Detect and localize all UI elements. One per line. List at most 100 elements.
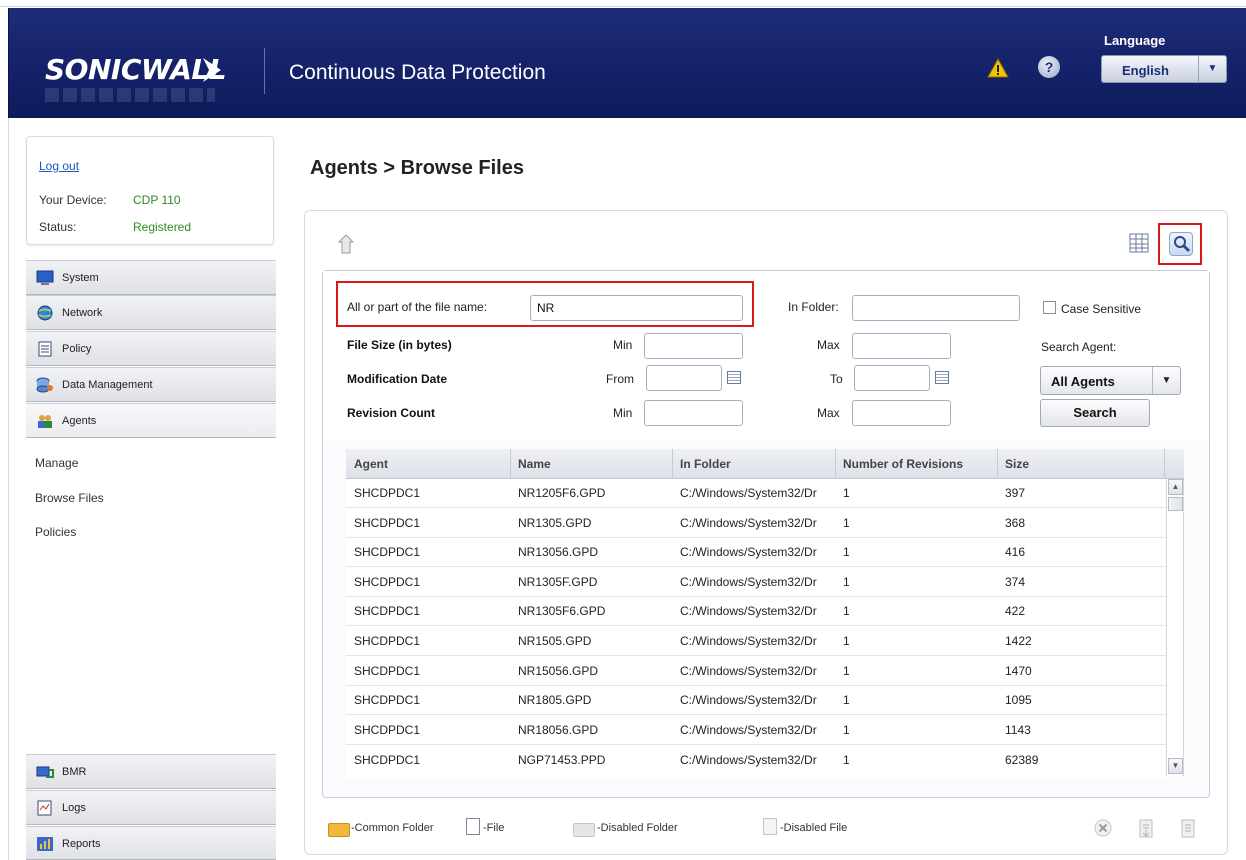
cell-revisions: 1 <box>843 753 850 767</box>
device-label: Your Device: <box>39 193 107 207</box>
nav-system-label: System <box>62 272 99 284</box>
globe-icon <box>37 305 53 321</box>
scroll-down-icon[interactable]: ▼ <box>1168 758 1183 774</box>
nav-bmr-label: BMR <box>62 766 87 778</box>
folder-up-icon[interactable] <box>336 233 358 255</box>
subnav-manage[interactable]: Manage <box>26 448 276 478</box>
scroll-thumb[interactable] <box>1168 497 1183 511</box>
table-header: Agent Name In Folder Number of Revisions… <box>346 449 1184 479</box>
rev-count-max-input[interactable] <box>852 400 951 426</box>
table-row[interactable]: SHCDPDC1 NR15056.GPD C:/Windows/System32… <box>346 657 1166 686</box>
cell-size: 1095 <box>1005 693 1032 707</box>
cell-agent: SHCDPDC1 <box>354 486 421 500</box>
chevron-down-icon: ▼ <box>1198 56 1226 82</box>
table-row[interactable]: SHCDPDC1 NR1305F.GPD C:/Windows/System32… <box>346 568 1166 597</box>
cell-revisions: 1 <box>843 693 850 707</box>
filename-input[interactable] <box>530 295 743 321</box>
col-name[interactable]: Name <box>518 457 551 471</box>
search-button[interactable]: Search <box>1040 399 1150 427</box>
cell-name: NR1505.GPD <box>518 634 592 648</box>
cell-folder: C:/Windows/System32/Dr <box>680 516 817 530</box>
cell-name: NGP71453.PPD <box>518 753 606 767</box>
col-size[interactable]: Size <box>1005 457 1029 471</box>
table-row[interactable]: SHCDPDC1 NR1805.GPD C:/Windows/System32/… <box>346 686 1166 715</box>
warning-icon[interactable] <box>987 58 1009 78</box>
legend-file: -File <box>483 822 505 834</box>
log-icon <box>37 800 52 816</box>
search-icon <box>1174 236 1191 253</box>
case-sensitive-checkbox[interactable] <box>1043 301 1056 314</box>
subnav-browse-files[interactable]: Browse Files <box>26 483 276 513</box>
cell-folder: C:/Windows/System32/Dr <box>680 486 817 500</box>
nav-system[interactable]: System <box>26 260 276 295</box>
col-revisions[interactable]: Number of Revisions <box>843 457 963 471</box>
cell-name: NR1305F6.GPD <box>518 604 606 618</box>
table-row[interactable]: SHCDPDC1 NR1205F6.GPD C:/Windows/System3… <box>346 479 1166 508</box>
results-table-body: SHCDPDC1 NR1205F6.GPD C:/Windows/System3… <box>346 479 1166 779</box>
cell-name: NR15056.GPD <box>518 664 599 678</box>
help-icon[interactable]: ? <box>1038 56 1060 78</box>
calendar-icon[interactable] <box>935 371 949 384</box>
file-size-max-input[interactable] <box>852 333 951 359</box>
mod-date-from-input[interactable] <box>646 365 722 391</box>
cell-folder: C:/Windows/System32/Dr <box>680 664 817 678</box>
legend-disabled-file: -Disabled File <box>780 822 848 834</box>
nav-reports[interactable]: Reports <box>26 826 276 860</box>
mod-date-to-input[interactable] <box>854 365 930 391</box>
logo-reflection <box>45 88 215 102</box>
nav-policy[interactable]: Policy <box>26 331 276 366</box>
in-folder-input[interactable] <box>852 295 1020 321</box>
restore-icon[interactable] <box>1135 817 1157 839</box>
column-divider <box>1164 449 1165 479</box>
subnav-policies[interactable]: Policies <box>26 517 276 547</box>
table-row[interactable]: SHCDPDC1 NR1305F6.GPD C:/Windows/System3… <box>346 597 1166 626</box>
cell-revisions: 1 <box>843 604 850 618</box>
cell-revisions: 1 <box>843 545 850 559</box>
cell-folder: C:/Windows/System32/Dr <box>680 575 817 589</box>
app-title: Continuous Data Protection <box>289 61 546 84</box>
file-size-min-input[interactable] <box>644 333 743 359</box>
search-toggle-button[interactable] <box>1158 223 1202 265</box>
in-folder-label: In Folder: <box>788 300 839 314</box>
chevron-down-icon: ▼ <box>1152 367 1180 394</box>
column-divider <box>672 449 673 479</box>
calendar-icon[interactable] <box>727 371 741 384</box>
cell-name: NR1305.GPD <box>518 516 592 530</box>
nav-network[interactable]: Network <box>26 295 276 330</box>
table-row[interactable]: SHCDPDC1 NR18056.GPD C:/Windows/System32… <box>346 716 1166 745</box>
nav-logs[interactable]: Logs <box>26 790 276 825</box>
device-value: CDP 110 <box>133 193 181 207</box>
cell-folder: C:/Windows/System32/Dr <box>680 753 817 767</box>
table-row[interactable]: SHCDPDC1 NR1505.GPD C:/Windows/System32/… <box>346 627 1166 656</box>
close-icon[interactable] <box>1092 817 1114 839</box>
rev-count-min-input[interactable] <box>644 400 743 426</box>
columns-icon[interactable] <box>1129 233 1149 253</box>
table-row[interactable]: SHCDPDC1 NGP71453.PPD C:/Windows/System3… <box>346 746 1166 775</box>
rev-count-max-label: Max <box>817 406 840 420</box>
language-select[interactable]: English ▼ <box>1101 55 1227 83</box>
table-row[interactable]: SHCDPDC1 NR13056.GPD C:/Windows/System32… <box>346 538 1166 567</box>
mod-date-to-label: To <box>830 372 843 386</box>
computer-icon <box>36 766 54 778</box>
cell-folder: C:/Windows/System32/Dr <box>680 723 817 737</box>
nav-data-management[interactable]: Data Management <box>26 367 276 402</box>
col-in-folder[interactable]: In Folder <box>680 457 731 471</box>
device-info-box: Log out Your Device: CDP 110 Status: Reg… <box>26 136 274 245</box>
logout-link[interactable]: Log out <box>39 159 79 173</box>
nav-agents[interactable]: Agents <box>26 403 276 438</box>
file-icon <box>466 818 480 835</box>
table-scrollbar[interactable]: ▲ ▼ <box>1166 479 1184 776</box>
cell-agent: SHCDPDC1 <box>354 664 421 678</box>
cell-agent: SHCDPDC1 <box>354 575 421 589</box>
language-label: Language <box>1104 33 1166 48</box>
table-row[interactable]: SHCDPDC1 NR1305.GPD C:/Windows/System32/… <box>346 509 1166 538</box>
search-agent-select[interactable]: All Agents ▼ <box>1040 366 1181 395</box>
cell-agent: SHCDPDC1 <box>354 604 421 618</box>
nav-agents-label: Agents <box>62 415 97 427</box>
col-agent[interactable]: Agent <box>354 457 388 471</box>
download-icon[interactable] <box>1177 817 1199 839</box>
scroll-up-icon[interactable]: ▲ <box>1168 479 1183 495</box>
cell-name: NR13056.GPD <box>518 545 599 559</box>
nav-bmr[interactable]: BMR <box>26 754 276 789</box>
cell-size: 397 <box>1005 486 1026 500</box>
